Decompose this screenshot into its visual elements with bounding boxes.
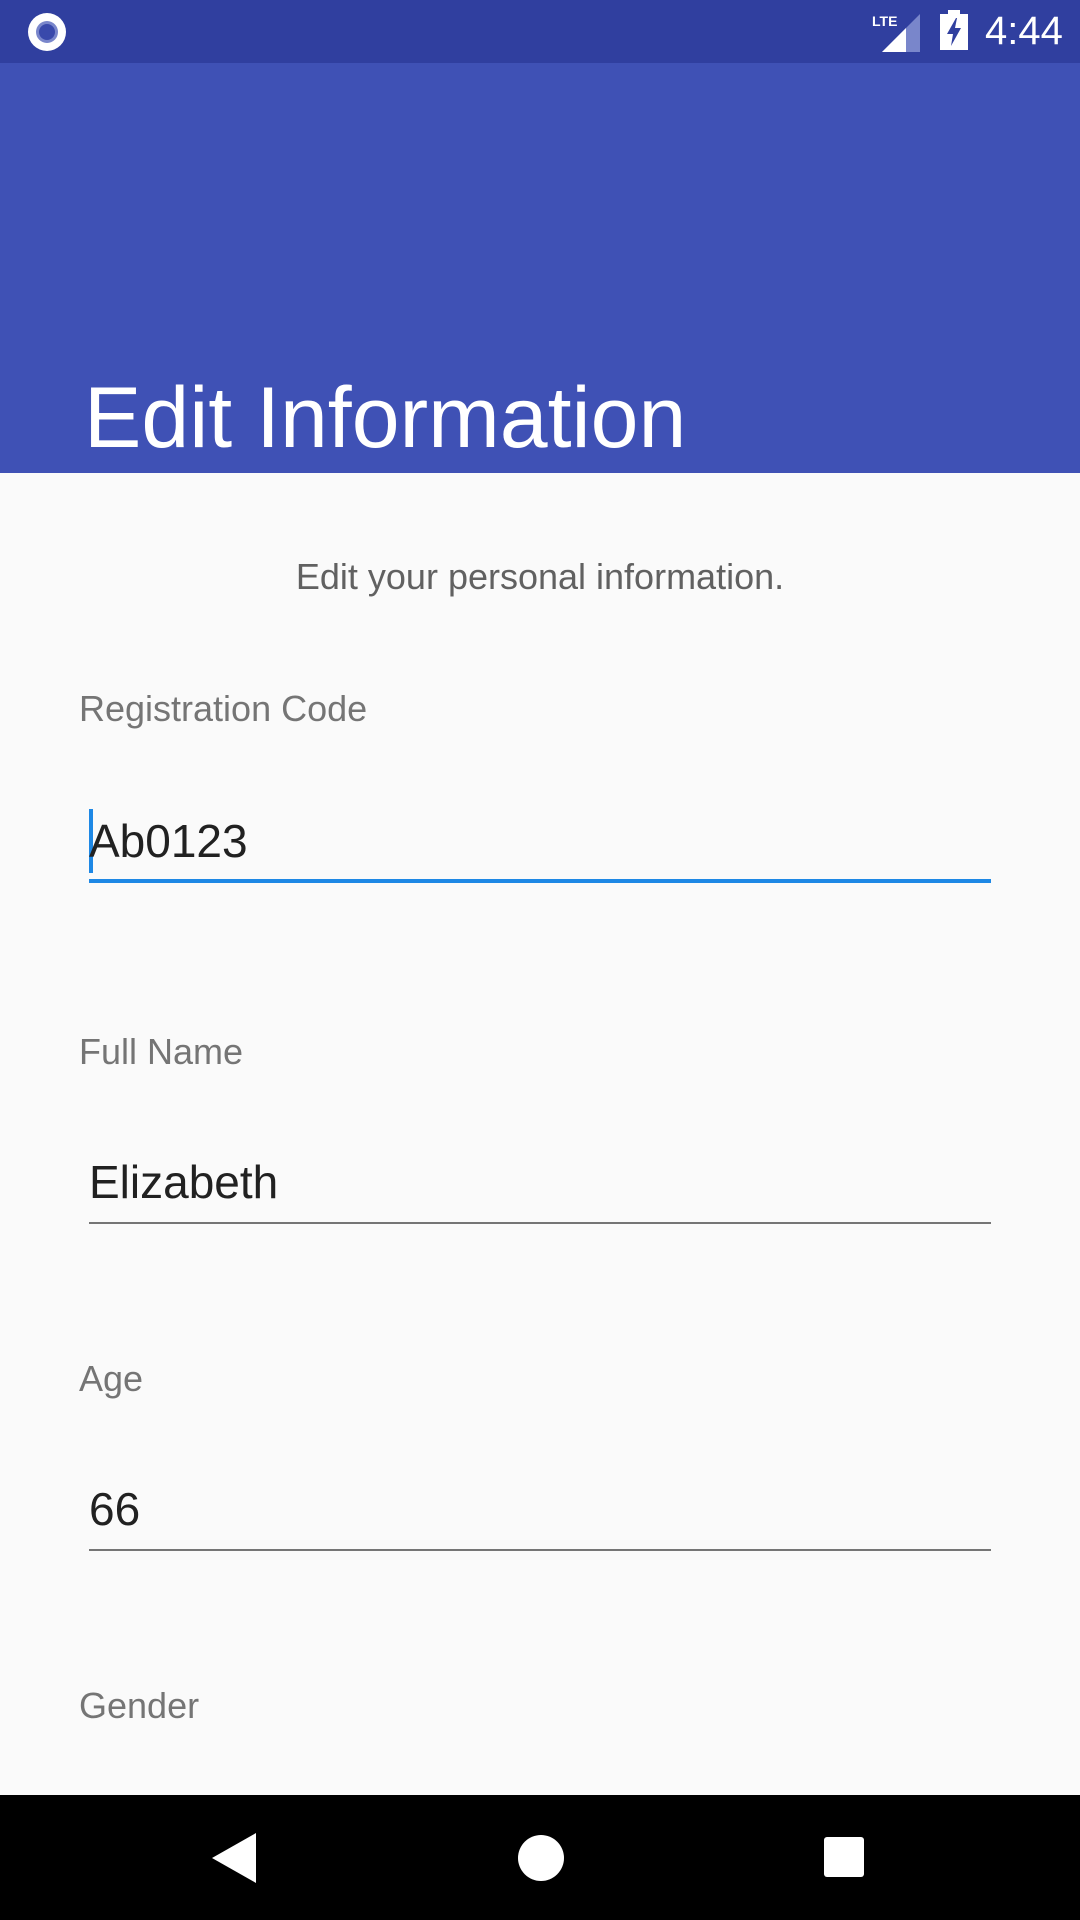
status-bar: LTE 4:44 [0, 0, 1080, 63]
network-label: LTE [872, 13, 897, 29]
app-bar: Edit Information [0, 63, 1080, 473]
full-name-value: Elizabeth [89, 1156, 279, 1208]
registration-code-underline [89, 879, 991, 883]
intro-text: Edit your personal information. [295, 556, 785, 597]
recents-icon[interactable] [824, 1837, 864, 1877]
lte-signal-icon: LTE [872, 13, 920, 52]
age-input[interactable]: 66 [89, 1481, 991, 1551]
navigation-bar [0, 1795, 1080, 1920]
age-label: Age [79, 1358, 144, 1399]
page-title: Edit Information [84, 370, 687, 466]
full-name-label: Full Name [79, 1031, 244, 1072]
home-icon[interactable] [518, 1835, 564, 1881]
age-value: 66 [89, 1483, 141, 1535]
form-content: Edit your personal information. Registra… [0, 473, 1080, 1795]
gender-label: Gender [79, 1685, 200, 1726]
registration-code-value: Ab0123 [89, 815, 248, 867]
age-underline [89, 1549, 991, 1551]
full-name-underline [89, 1222, 991, 1224]
status-time: 4:44 [985, 9, 1063, 53]
registration-code-input[interactable]: Ab0123 [89, 809, 991, 883]
registration-code-label: Registration Code [79, 688, 368, 729]
back-icon[interactable] [212, 1833, 256, 1883]
battery-charging-icon [940, 10, 968, 50]
full-name-input[interactable]: Elizabeth [89, 1154, 991, 1224]
notification-dot-icon [28, 13, 66, 51]
